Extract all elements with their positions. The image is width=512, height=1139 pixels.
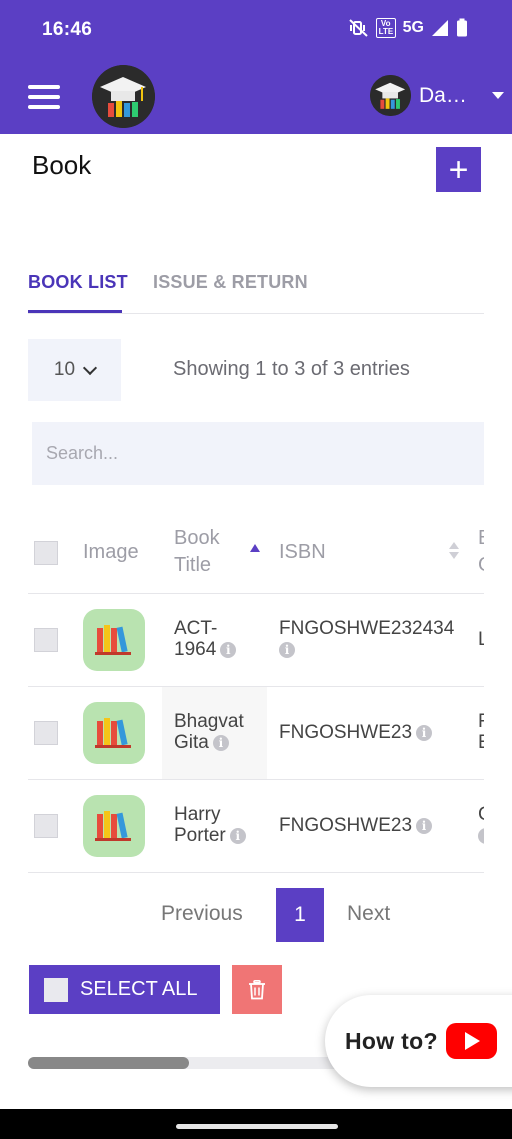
sort-icon xyxy=(449,542,459,562)
tab-bar: BOOK LIST ISSUE & RETURN xyxy=(28,268,484,314)
book-thumbnail xyxy=(83,702,145,764)
battery-icon xyxy=(457,18,467,37)
column-header-title[interactable]: Book Title xyxy=(174,525,220,579)
page-number-button[interactable]: 1 xyxy=(276,888,324,942)
isbn-value: FNGOSHWE23 xyxy=(279,815,413,836)
avatar xyxy=(370,75,411,116)
clipped-cell-line2: E xyxy=(478,732,484,753)
row-checkbox[interactable] xyxy=(34,814,58,838)
checkbox-icon xyxy=(44,977,68,1002)
search-input[interactable] xyxy=(32,422,484,485)
active-tab-indicator xyxy=(28,310,122,313)
delete-button[interactable] xyxy=(232,965,282,1014)
book-title-cell: Bhagvat Gita i xyxy=(162,687,267,779)
row-checkbox[interactable] xyxy=(34,721,58,745)
column-header-title-line2: Title xyxy=(174,554,212,576)
isbn-value: FNGOSHWE23 xyxy=(279,722,413,743)
user-name: Das… xyxy=(419,83,474,107)
add-book-button[interactable]: + xyxy=(436,147,481,192)
book-title-cell: Harry Porter i xyxy=(162,780,267,872)
how-to-label: How to? xyxy=(345,1027,438,1054)
table-row: Harry Porteri FNGOSHWE23i C i xyxy=(28,780,484,873)
book-table: Image Book Title ISBN B G ACT- 1964i FNG… xyxy=(28,510,484,874)
youtube-play-icon xyxy=(445,1023,497,1059)
page-size-select[interactable]: 10 xyxy=(28,339,121,401)
status-icons: Vo LTE 5G xyxy=(348,18,468,38)
column-header-title-line1: Book xyxy=(174,527,220,549)
column-header-clipped-line1: B xyxy=(478,525,484,552)
trash-icon xyxy=(249,979,265,999)
how-to-button[interactable]: How to? xyxy=(325,995,512,1087)
column-header-image: Image xyxy=(83,541,139,563)
book-title-line2: Gita xyxy=(174,732,209,753)
clipped-cell: C i xyxy=(478,804,484,846)
pagination: Previous 1 Next xyxy=(0,888,512,942)
page-title: Book xyxy=(32,150,92,180)
table-header: Image Book Title ISBN B G xyxy=(28,510,484,594)
isbn-cell: FNGOSHWE23 i xyxy=(279,815,433,836)
column-header-clipped-line2: G xyxy=(478,552,484,579)
clipped-cell-line1: L xyxy=(478,629,484,650)
book-title-line2: 1964 xyxy=(174,639,217,660)
clipped-cell: L xyxy=(478,629,484,650)
book-thumbnail xyxy=(83,609,145,671)
tab-book-list[interactable]: BOOK LIST xyxy=(28,272,128,293)
sort-ascending-icon xyxy=(250,544,260,552)
system-navigation-bar xyxy=(0,1109,512,1139)
select-all-checkbox[interactable] xyxy=(34,541,58,565)
row-checkbox[interactable] xyxy=(34,628,58,652)
status-bar: 16:46 Vo LTE 5G xyxy=(0,0,512,60)
page-size-value: 10 xyxy=(53,359,76,380)
horizontal-scrollbar-thumb[interactable] xyxy=(28,1057,189,1069)
isbn-cell: FNGOSHWE23 i xyxy=(279,722,433,743)
app-logo xyxy=(92,65,155,128)
book-title-cell: ACT- 1964 i xyxy=(162,594,267,686)
app-bar: Das… xyxy=(0,60,512,134)
clipped-cell-line1: F xyxy=(478,711,484,732)
book-thumbnail xyxy=(83,795,145,857)
info-icon[interactable]: i xyxy=(212,734,229,751)
status-time: 16:46 xyxy=(42,19,93,40)
next-page-button[interactable]: Next xyxy=(347,902,390,926)
info-icon[interactable]: i xyxy=(416,817,433,834)
table-row: Bhagvat Gitai FNGOSHWE23i F E xyxy=(28,687,484,780)
table-row: ACT- 1964 i FNGOSHWE232434 i L xyxy=(28,594,484,687)
hamburger-menu-icon[interactable] xyxy=(28,85,60,109)
clipped-cell: F E xyxy=(478,711,484,753)
column-header-clipped: B G xyxy=(478,525,484,579)
chevron-down-icon xyxy=(82,360,98,375)
info-icon[interactable]: i xyxy=(220,641,237,658)
isbn-cell: FNGOSHWE232434 i xyxy=(279,618,454,660)
book-title-line1: Harry xyxy=(174,804,221,825)
chevron-down-icon xyxy=(492,92,504,99)
clipped-cell-line1: C xyxy=(478,804,484,825)
info-icon[interactable]: i xyxy=(229,827,246,844)
home-gesture-handle[interactable] xyxy=(176,1124,338,1129)
previous-page-button[interactable]: Previous xyxy=(161,902,243,926)
info-icon[interactable]: i xyxy=(279,641,295,658)
user-menu[interactable]: Das… xyxy=(370,75,504,116)
mute-vibrate-icon xyxy=(348,19,368,37)
network-label: 5G xyxy=(402,19,424,36)
signal-icon xyxy=(432,20,448,36)
select-all-button[interactable]: SELECT ALL xyxy=(29,965,220,1014)
tab-issue-return[interactable]: ISSUE & RETURN xyxy=(153,272,308,293)
column-header-isbn[interactable]: ISBN xyxy=(279,539,326,566)
volte-icon: Vo LTE xyxy=(375,18,396,38)
book-title-line2: Porter xyxy=(174,825,226,846)
info-icon[interactable]: i xyxy=(478,827,484,844)
select-all-label: SELECT ALL xyxy=(80,978,198,1000)
info-icon[interactable]: i xyxy=(416,724,433,741)
book-title-line1: ACT- xyxy=(174,618,218,639)
book-title-line1: Bhagvat xyxy=(174,711,244,732)
entries-info: Showing 1 to 3 of 3 entries xyxy=(173,358,410,380)
isbn-value: FNGOSHWE232434 xyxy=(279,618,455,639)
